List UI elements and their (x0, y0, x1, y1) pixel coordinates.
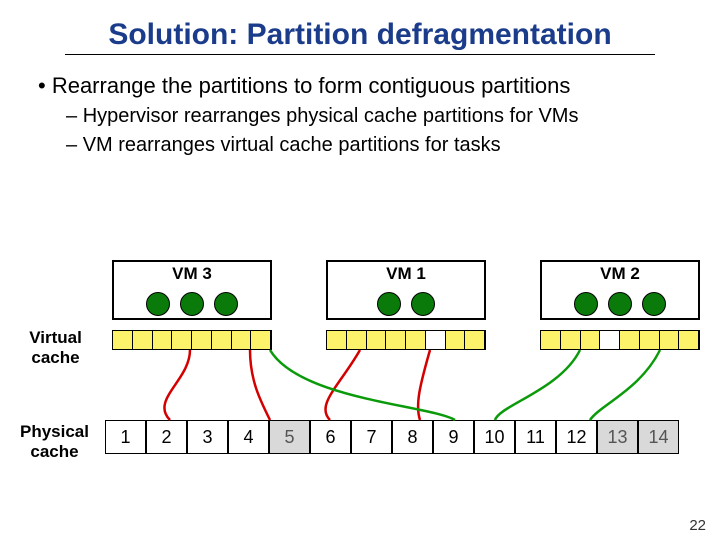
pcell: 12 (556, 420, 597, 454)
slide-title: Solution: Partition defragmentation (65, 0, 655, 55)
task-icon (574, 292, 598, 316)
pcell: 7 (351, 420, 392, 454)
pcell: 10 (474, 420, 515, 454)
pcell: 4 (228, 420, 269, 454)
vm3-box: VM 3 (112, 260, 272, 320)
task-icon (411, 292, 435, 316)
bullet-list: Rearrange the partitions to form contigu… (0, 73, 720, 157)
pcell: 9 (433, 420, 474, 454)
task-icon (180, 292, 204, 316)
diagram-area: VM 3 VM 1 VM 2 Virtual cache Physical ca… (0, 250, 720, 510)
task-icon (608, 292, 632, 316)
pcell-gray: 13 (597, 420, 638, 454)
pcell-gray: 5 (269, 420, 310, 454)
vm3-label: VM 3 (172, 264, 212, 284)
vm3-virtual-cache (112, 330, 272, 350)
task-icon (214, 292, 238, 316)
pcell: 11 (515, 420, 556, 454)
pcell: 3 (187, 420, 228, 454)
bullet-sub-2: VM rearranges virtual cache partitions f… (38, 134, 720, 157)
bullet-sub-1: Hypervisor rearranges physical cache par… (38, 105, 720, 128)
task-icon (377, 292, 401, 316)
vm2-virtual-cache (540, 330, 700, 350)
bullet-main: Rearrange the partitions to form contigu… (38, 73, 720, 99)
task-icon (642, 292, 666, 316)
vm2-box: VM 2 (540, 260, 700, 320)
vm1-tasks (377, 292, 435, 316)
virtual-cache-label: Virtual cache (18, 328, 93, 368)
pcell: 6 (310, 420, 351, 454)
vm1-virtual-cache (326, 330, 486, 350)
vm2-label: VM 2 (600, 264, 640, 284)
physical-cache-row: 1 2 3 4 5 6 7 8 9 10 11 12 13 14 (105, 420, 679, 454)
pcell: 8 (392, 420, 433, 454)
physical-cache-label: Physical cache (12, 422, 97, 462)
vm3-tasks (146, 292, 238, 316)
task-icon (146, 292, 170, 316)
vm1-box: VM 1 (326, 260, 486, 320)
vm2-tasks (574, 292, 666, 316)
pcell-gray: 14 (638, 420, 679, 454)
pcell: 2 (146, 420, 187, 454)
page-number: 22 (689, 517, 706, 534)
vm1-label: VM 1 (386, 264, 426, 284)
pcell: 1 (105, 420, 146, 454)
